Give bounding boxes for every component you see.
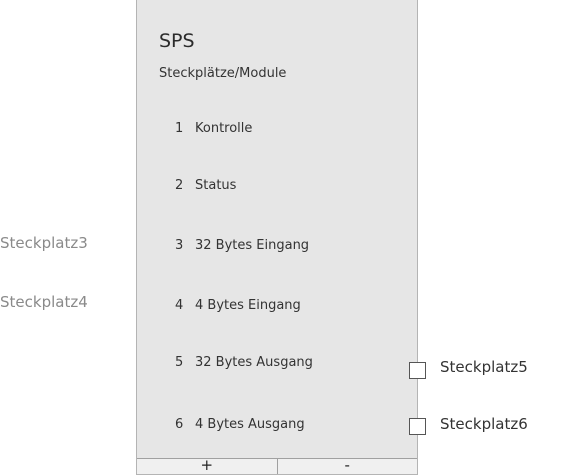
slot-label: Kontrolle xyxy=(195,120,253,136)
slot-label: 32 Bytes Ausgang xyxy=(195,354,313,370)
panel-title: SPS xyxy=(159,30,195,52)
panel-subtitle: Steckplätze/Module xyxy=(159,66,287,81)
slot-label: 4 Bytes Ausgang xyxy=(195,416,305,432)
slot-item-6[interactable]: 6 4 Bytes Ausgang xyxy=(175,413,305,435)
slot-number: 5 xyxy=(175,354,184,370)
steckplatz6-checkbox[interactable] xyxy=(409,418,426,435)
slot-item-1[interactable]: 1 Kontrolle xyxy=(175,117,252,139)
slot-item-2[interactable]: 2 Status xyxy=(175,174,236,196)
slot-number: 6 xyxy=(175,416,184,432)
slot-number: 1 xyxy=(175,120,184,136)
steckplatz3-label: Steckplatz3 xyxy=(0,234,88,252)
slot-number: 2 xyxy=(175,177,184,193)
steckplatz4-label: Steckplatz4 xyxy=(0,293,88,311)
slot-label: Status xyxy=(195,177,237,193)
add-slot-button[interactable]: + xyxy=(137,459,278,474)
slot-item-5[interactable]: 5 32 Bytes Ausgang xyxy=(175,351,313,373)
slot-item-4[interactable]: 4 4 Bytes Eingang xyxy=(175,294,301,316)
slot-label: 4 Bytes Eingang xyxy=(195,297,301,313)
remove-slot-button[interactable]: - xyxy=(277,459,417,474)
steckplatz5-label: Steckplatz5 xyxy=(440,358,528,376)
steckplatz5-checkbox[interactable] xyxy=(409,362,426,379)
slot-item-3[interactable]: 3 32 Bytes Eingang xyxy=(175,234,309,256)
slot-number: 4 xyxy=(175,297,184,313)
sps-panel: SPS Steckplätze/Module 1 Kontrolle 2 Sta… xyxy=(136,0,418,475)
button-row: + - xyxy=(137,458,417,474)
slot-number: 3 xyxy=(175,237,184,253)
slot-label: 32 Bytes Eingang xyxy=(195,237,310,253)
steckplatz6-label: Steckplatz6 xyxy=(440,415,528,433)
